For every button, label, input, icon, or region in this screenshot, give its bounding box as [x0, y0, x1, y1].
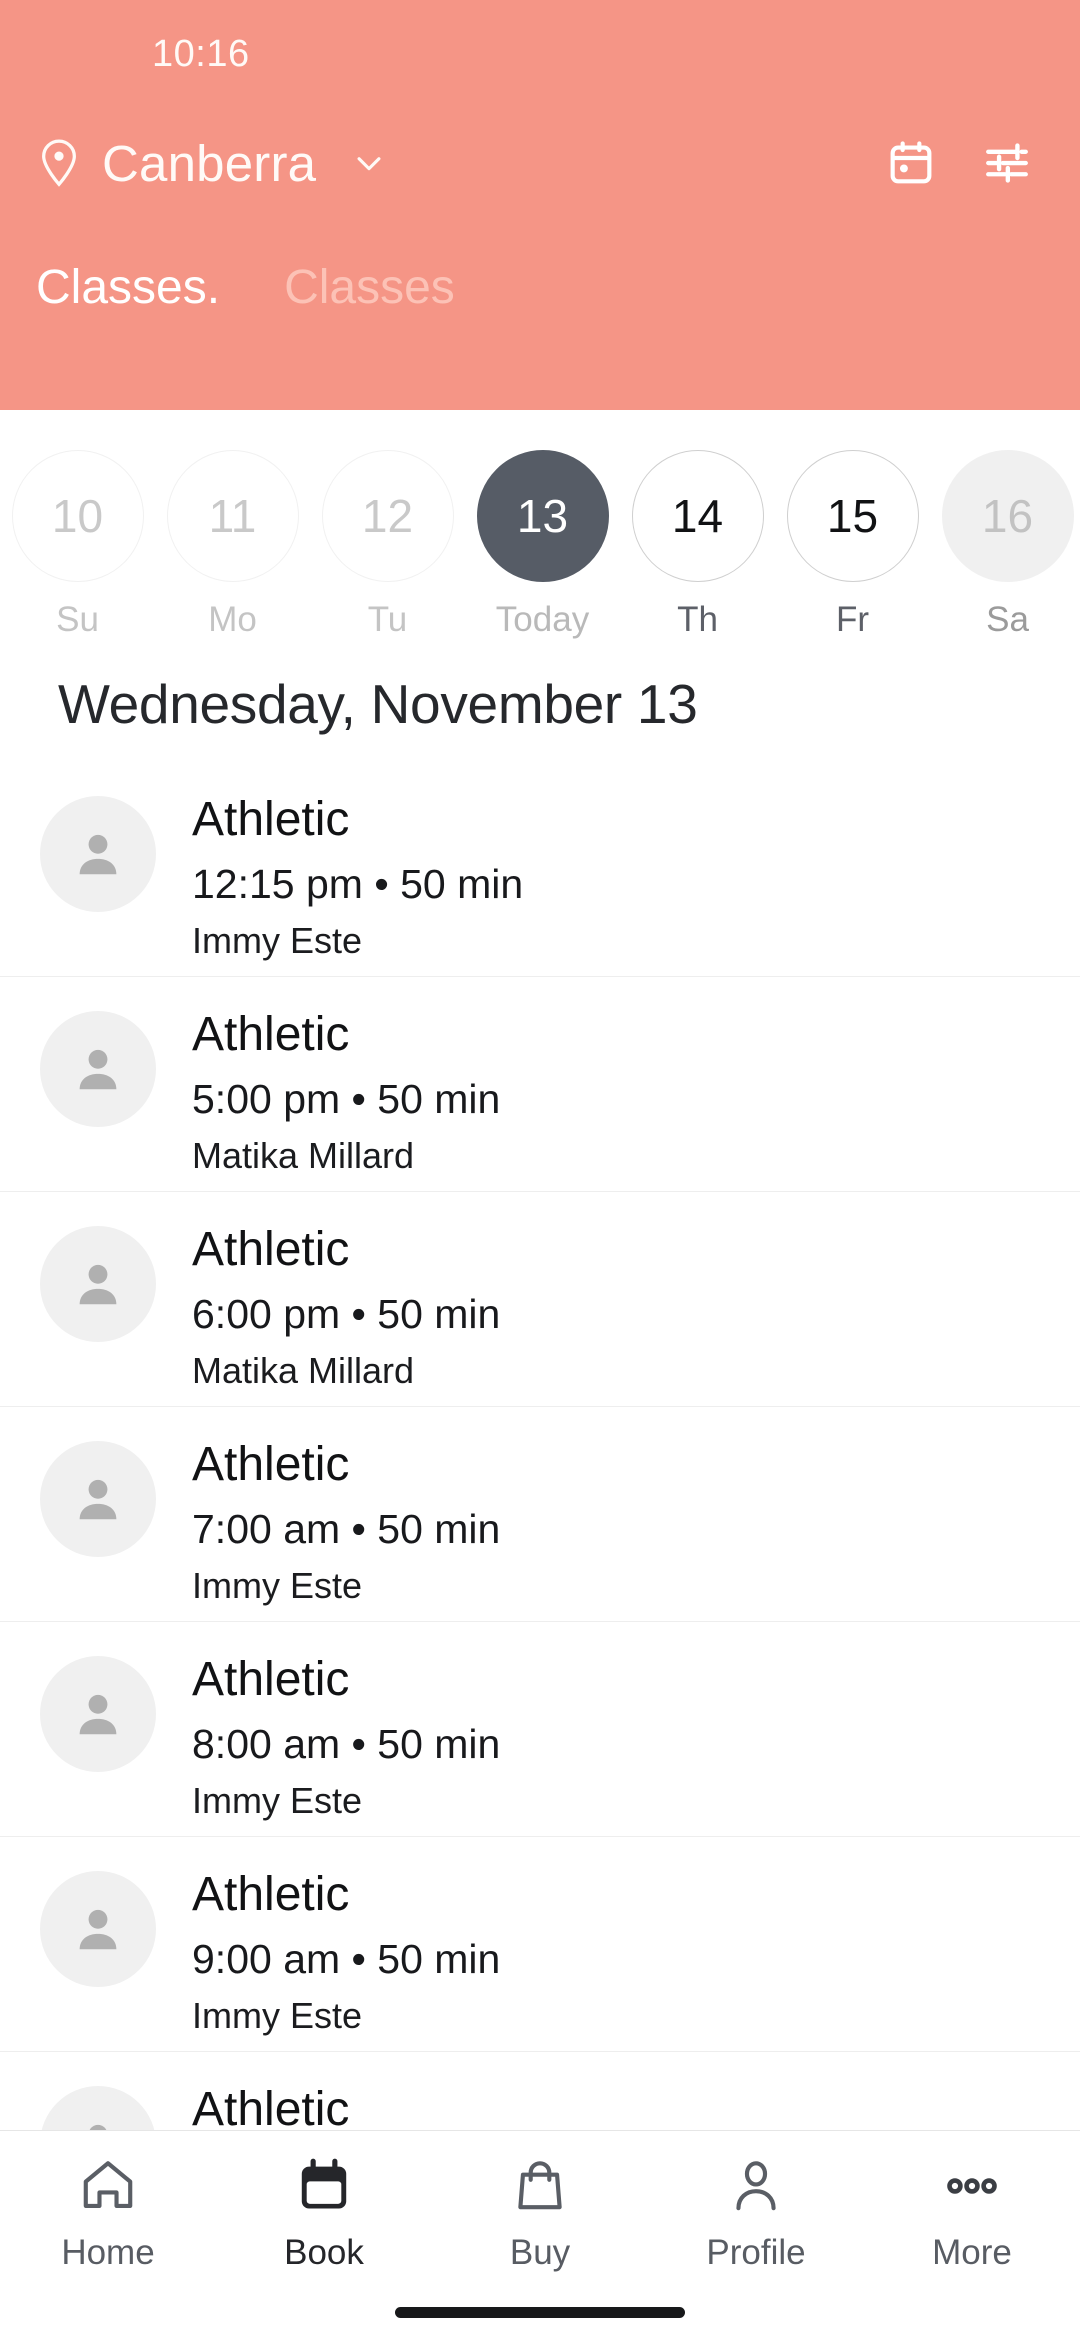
date-number: 10	[11, 450, 144, 582]
date-cell-11[interactable]: 11 Mo	[155, 450, 310, 640]
class-coach: Matika Millard	[192, 1135, 415, 1176]
status-bar: 10:16	[0, 0, 1080, 108]
nav-label: Profile	[706, 2233, 806, 2272]
location-name: Canberra	[102, 134, 317, 192]
date-cell-15[interactable]: 15 Fr	[775, 450, 930, 640]
person-avatar-icon	[40, 1011, 156, 1127]
chevron-down-icon[interactable]	[336, 146, 386, 180]
class-details: Athletic 6:00 pm • 50 min Matika Millard	[192, 1222, 500, 1392]
date-weekday: Today	[495, 600, 590, 639]
date-cell-13-selected[interactable]: 13 Today	[465, 450, 620, 640]
class-name: Athletic	[192, 1223, 350, 1276]
person-avatar-icon	[40, 1441, 156, 1557]
date-number: 14	[631, 450, 764, 582]
date-number: 15	[786, 450, 919, 582]
class-meta: 8:00 am • 50 min	[192, 1720, 501, 1767]
date-cell-10[interactable]: 10 Su	[0, 450, 155, 640]
nav-label: More	[932, 2233, 1012, 2272]
date-weekday: Tu	[367, 600, 408, 639]
home-icon	[77, 2153, 139, 2219]
class-coach: Immy Este	[192, 920, 363, 961]
header-tabs: Classes. Classes	[0, 218, 1080, 316]
ellipsis-icon	[941, 2153, 1003, 2219]
date-strip[interactable]: 10 Su 11 Mo 12 Tu 13 Today 14 Th 15 Fr 1…	[0, 410, 1080, 650]
class-coach: Immy Este	[192, 1780, 363, 1821]
class-name: Athletic	[192, 1653, 350, 1706]
home-indicator-bar	[395, 2307, 685, 2318]
status-bar-clock: 10:16	[152, 32, 250, 75]
class-details: Athletic 7:00 am • 50 min Immy Este	[192, 1437, 500, 1607]
class-meta: 5:00 pm • 50 min	[192, 1075, 501, 1122]
selected-date-heading: Wednesday, November 13	[58, 673, 698, 735]
shopping-bag-icon	[509, 2153, 571, 2219]
tab-classes-primary[interactable]: Classes.	[36, 264, 220, 316]
nav-label: Book	[284, 2233, 364, 2272]
date-weekday: Fr	[835, 600, 870, 639]
class-meta: 6:00 pm • 50 min	[192, 1290, 501, 1337]
class-name: Athletic	[192, 1438, 350, 1491]
class-list-item[interactable]: Athletic 7:00 am • 50 min Immy Este	[0, 1407, 1080, 1622]
nav-item-home[interactable]: Home	[13, 2153, 203, 2273]
date-weekday: Mo	[208, 600, 257, 639]
date-number: 12	[321, 450, 454, 582]
class-list-item[interactable]: Athletic 9:00 am • 50 min Immy Este	[0, 1837, 1080, 2052]
class-name: Athletic	[192, 1868, 350, 1921]
nav-item-more[interactable]: More	[877, 2153, 1067, 2273]
app-header: 10:16 Canberra Classes. Classes	[0, 0, 1080, 410]
person-avatar-icon	[40, 796, 156, 912]
nav-label: Buy	[509, 2233, 571, 2272]
nav-item-buy[interactable]: Buy	[445, 2153, 635, 2273]
nav-label: Home	[61, 2233, 155, 2272]
date-number: 11	[166, 450, 299, 582]
class-details: Athletic 8:00 am • 50 min Immy Este	[192, 1652, 500, 1822]
app-root: 10:16 Canberra Classes. Classes 10 Su 11…	[0, 0, 1080, 2340]
filter-sliders-icon[interactable]	[982, 138, 1032, 188]
nav-item-book[interactable]: Book	[229, 2153, 419, 2273]
date-cell-14[interactable]: 14 Th	[620, 450, 775, 640]
date-weekday: Sa	[986, 600, 1029, 639]
date-weekday: Su	[56, 600, 99, 639]
date-number: 13	[476, 450, 609, 582]
class-name: Athletic	[192, 793, 350, 846]
person-avatar-icon	[40, 1226, 156, 1342]
class-details: Athletic 9:00 am • 50 min Immy Este	[192, 1867, 500, 2037]
class-list[interactable]: Athletic 12:15 pm • 50 min Immy Este Ath…	[0, 762, 1080, 2340]
date-weekday: Th	[677, 600, 718, 639]
class-name: Athletic	[192, 1008, 350, 1061]
class-details: Athletic 5:00 pm • 50 min Matika Millard	[192, 1007, 500, 1177]
class-meta: 7:00 am • 50 min	[192, 1505, 501, 1552]
class-coach: Immy Este	[192, 1565, 363, 1606]
person-avatar-icon	[40, 1871, 156, 1987]
class-list-item[interactable]: Athletic 6:00 pm • 50 min Matika Millard	[0, 1192, 1080, 1407]
tab-classes-secondary[interactable]: Classes	[284, 264, 455, 316]
date-number: 16	[941, 450, 1074, 582]
class-list-item[interactable]: Athletic 8:00 am • 50 min Immy Este	[0, 1622, 1080, 1837]
class-list-item[interactable]: Athletic 5:00 pm • 50 min Matika Millard	[0, 977, 1080, 1192]
person-avatar-icon	[40, 1656, 156, 1772]
header-actions	[886, 138, 1032, 188]
calendar-icon[interactable]	[886, 138, 936, 188]
person-icon	[725, 2153, 787, 2219]
class-coach: Matika Millard	[192, 1350, 415, 1391]
class-coach: Immy Este	[192, 1995, 363, 2036]
class-list-item[interactable]: Athletic 12:15 pm • 50 min Immy Este	[0, 762, 1080, 977]
class-meta: 12:15 pm • 50 min	[192, 860, 524, 907]
header-toolbar: Canberra	[0, 108, 1080, 218]
location-pin-icon	[36, 137, 82, 189]
location-selector[interactable]: Canberra	[36, 134, 386, 193]
nav-item-profile[interactable]: Profile	[661, 2153, 851, 2273]
date-cell-12[interactable]: 12 Tu	[310, 450, 465, 640]
class-details: Athletic 12:15 pm • 50 min Immy Este	[192, 792, 523, 962]
date-cell-16[interactable]: 16 Sa	[930, 450, 1080, 640]
calendar-icon	[293, 2153, 355, 2219]
class-meta: 9:00 am • 50 min	[192, 1935, 501, 1982]
